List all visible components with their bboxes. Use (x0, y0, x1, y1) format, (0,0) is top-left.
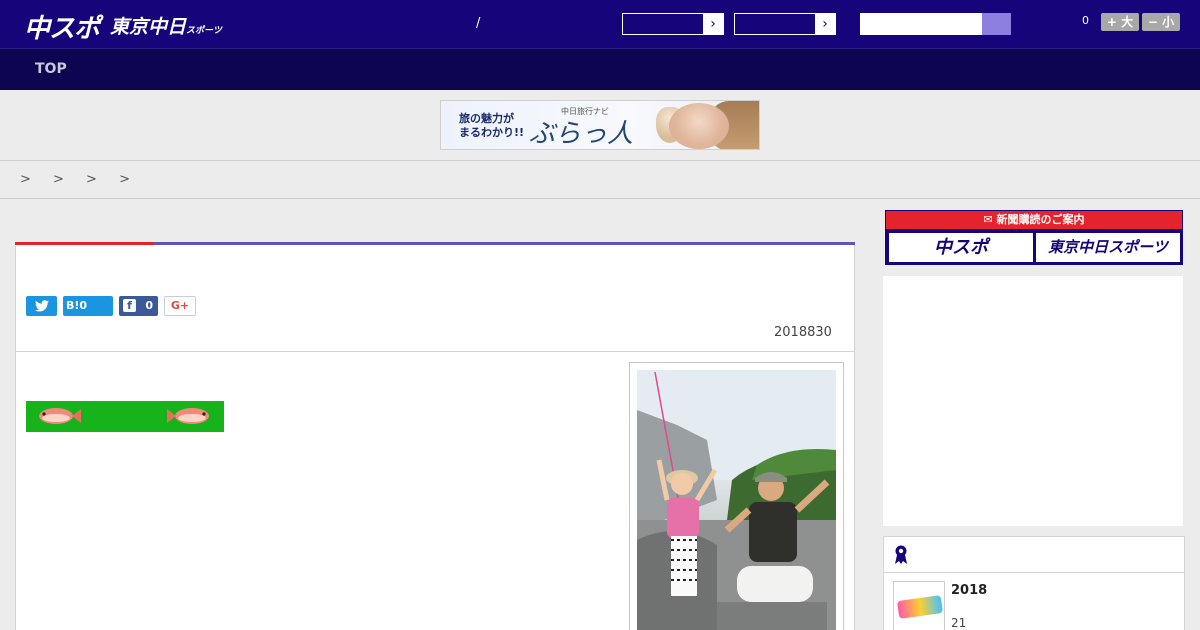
chevron-right-icon: › (815, 14, 835, 34)
chuspo-subscribe-link[interactable]: 中スポ (889, 233, 1033, 262)
subscription-title: 新聞購読のご案内 (996, 213, 1085, 226)
facebook-share-button[interactable]: f 0 (119, 296, 158, 316)
tokyo-chunichi-logo[interactable]: 東京中日スポーツ (110, 12, 222, 39)
font-size-larger-button[interactable]: + 大 (1101, 13, 1139, 31)
header-count: 0 (1082, 14, 1089, 27)
search-input[interactable] (860, 13, 982, 35)
tokyo-chunichi-subscribe-link[interactable]: 東京中日スポーツ (1036, 233, 1180, 262)
fishing-photo-illustration (637, 370, 836, 630)
tokyo-chunichi-logo-suffix: スポーツ (186, 26, 222, 36)
breadcrumb: > > > > (20, 172, 139, 187)
article-divider (15, 351, 855, 352)
category-select-1[interactable]: › (622, 13, 724, 35)
subscription-header: ✉ 新聞購読のご案内 (886, 211, 1182, 229)
tokyo-chunichi-logo-text: 東京中日 (110, 16, 187, 38)
chevron-right-icon: › (703, 14, 723, 34)
hatena-icon: B! (66, 299, 80, 312)
newspaper-subscription-box[interactable]: ✉ 新聞購読のご案内 中スポ 東京中日スポーツ (885, 210, 1183, 265)
search-button[interactable] (982, 13, 1011, 35)
divider (0, 160, 1200, 161)
font-size-smaller-button[interactable]: − 小 (1142, 13, 1180, 31)
banner-line-2: まるわかり!! (459, 126, 525, 139)
article-date: 2018830 (774, 325, 832, 340)
main-nav: TOP (0, 48, 1200, 90)
ranking-item-title[interactable]: 2018 (951, 583, 987, 598)
travel-banner-ad[interactable]: 旅の魅力が まるわかり!! 中日旅行ナビ ぶらっ人 (440, 100, 760, 150)
twitter-share-button[interactable] (26, 296, 57, 316)
article-accent-purple (154, 242, 855, 245)
ranking-medal-icon (895, 545, 907, 564)
facebook-count: 0 (145, 299, 153, 312)
header-separator: / (476, 16, 481, 31)
fishing-banner[interactable] (26, 401, 224, 432)
site-header: 中スポ 東京中日スポーツ / › › 0 + 大 − 小 (0, 0, 1200, 48)
chuspo-logo[interactable]: 中スポ (24, 8, 100, 45)
hatena-count: 0 (79, 299, 88, 312)
divider (0, 198, 1200, 199)
article-accent-red (15, 242, 154, 245)
facebook-icon: f (123, 299, 136, 312)
newspaper-icon: ✉ (983, 213, 997, 226)
banner-title: ぶらっ人 (529, 119, 634, 149)
sports-logo-image (896, 595, 944, 619)
twitter-icon (34, 300, 49, 312)
nav-item-top[interactable]: TOP (35, 61, 67, 77)
google-plus-share-button[interactable]: G+ (164, 296, 196, 316)
ranking-item-thumbnail[interactable] (893, 581, 945, 630)
article-photo[interactable] (637, 370, 836, 630)
ranking-item-subtitle: 21 (951, 616, 967, 630)
hatena-bookmark-button[interactable]: B!0 (63, 296, 113, 316)
ranking-box: 2018 21 (883, 536, 1185, 630)
ranking-header (884, 537, 1184, 573)
category-select-2[interactable]: › (734, 13, 836, 35)
sidebar-ad[interactable] (883, 276, 1183, 526)
fish-icon (167, 408, 209, 424)
banner-line-1: 旅の魅力が (459, 112, 514, 125)
banner-copy: 旅の魅力が まるわかり!! (459, 112, 524, 140)
fish-icon (39, 408, 81, 424)
banner-model-face (669, 103, 729, 149)
